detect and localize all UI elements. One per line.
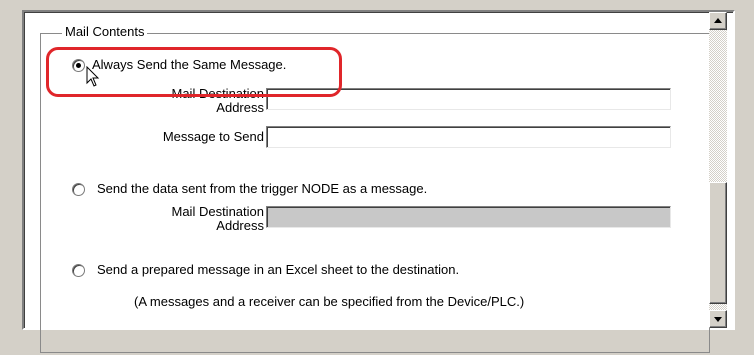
dialog-background: Mail Contents Always Send the Same Messa… bbox=[0, 0, 754, 355]
vertical-scrollbar[interactable] bbox=[709, 12, 727, 328]
radio-trigger-node-label[interactable]: Send the data sent from the trigger NODE… bbox=[97, 181, 427, 197]
triangle-up-icon bbox=[714, 18, 722, 23]
excel-note: (A messages and a receiver can be specif… bbox=[134, 294, 525, 309]
scroll-up-button[interactable] bbox=[709, 12, 727, 30]
group-title: Mail Contents bbox=[62, 24, 148, 40]
triangle-down-icon bbox=[714, 317, 722, 322]
mail-destination-label-line2: Address bbox=[216, 100, 264, 115]
message-to-send-label: Message to Send bbox=[162, 129, 264, 144]
arrow-pointer-icon bbox=[86, 66, 100, 87]
radio-excel-sheet[interactable] bbox=[72, 264, 85, 277]
radio-excel-sheet-label[interactable]: Send a prepared message in an Excel shee… bbox=[97, 262, 459, 278]
trigger-mail-destination-label-line2: Address bbox=[216, 218, 264, 233]
scroll-down-button[interactable] bbox=[709, 310, 727, 328]
trigger-mail-destination-label: Mail Destination Address bbox=[124, 204, 265, 233]
radio-trigger-node[interactable] bbox=[72, 183, 85, 196]
trigger-mail-destination-input bbox=[266, 206, 671, 228]
trigger-mail-destination-label-line1: Mail Destination bbox=[171, 204, 265, 219]
message-to-send-input[interactable] bbox=[266, 126, 671, 148]
scrollbar-thumb[interactable] bbox=[709, 182, 727, 304]
